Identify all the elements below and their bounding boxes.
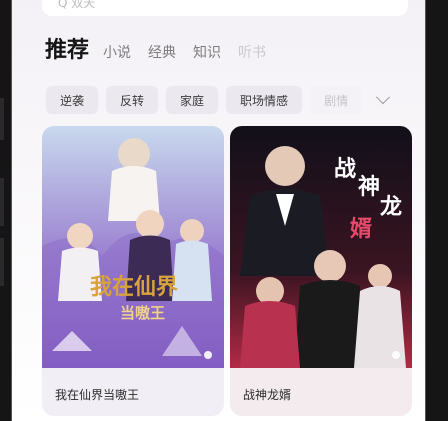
- card-title: 我在仙界当嗷王: [55, 388, 140, 402]
- phone-side-button: [0, 178, 4, 226]
- poster-title-line1: 我在仙界: [90, 274, 178, 300]
- search-bar[interactable]: [42, 0, 408, 16]
- poster-title-line2: 当嗷王: [120, 304, 165, 322]
- chip-comeback[interactable]: 逆袭: [46, 86, 99, 114]
- app-screen: Q 双天 推荐 小说 经典 知识 听书 逆袭 反转 家庭 职场情感 剧情 我在仙…: [12, 0, 426, 421]
- chevron-down-icon[interactable]: [376, 90, 391, 105]
- chip-drama[interactable]: 剧情: [310, 86, 363, 114]
- chip-twist[interactable]: 反转: [106, 86, 159, 114]
- drama-card[interactable]: 我在仙界 当嗷王 我在仙界当嗷王: [42, 126, 224, 416]
- phone-frame-right: [425, 0, 448, 421]
- tab-knowledge[interactable]: 知识: [193, 42, 221, 62]
- chip-family[interactable]: 家庭: [166, 86, 219, 114]
- top-tabs: 推荐 小说 经典 知识 听书: [45, 32, 283, 68]
- poster-image: 战 神 龙 婿: [230, 126, 412, 368]
- phone-side-button: [0, 98, 4, 140]
- card-title: 战神龙婿: [243, 388, 292, 402]
- search-placeholder: Q 双天: [58, 0, 96, 10]
- poster-image: 我在仙界 当嗷王: [42, 126, 224, 368]
- phone-frame-left: [0, 0, 12, 421]
- poster-title-char: 婿: [350, 216, 372, 242]
- poster-title-char: 神: [358, 174, 380, 200]
- tab-classic[interactable]: 经典: [148, 42, 176, 62]
- drama-card[interactable]: 战 神 龙 婿 战神龙婿: [230, 126, 412, 416]
- category-chips: 逆袭 反转 家庭 职场情感 剧情: [46, 86, 391, 114]
- poster-title-char: 战: [334, 156, 356, 182]
- tab-recommend[interactable]: 推荐: [45, 32, 89, 64]
- tab-audiobook[interactable]: 听书: [238, 42, 266, 62]
- chip-workplace[interactable]: 职场情感: [226, 86, 303, 114]
- phone-side-button: [0, 238, 4, 286]
- poster-title-char: 龙: [380, 194, 402, 220]
- tab-novel[interactable]: 小说: [103, 42, 131, 62]
